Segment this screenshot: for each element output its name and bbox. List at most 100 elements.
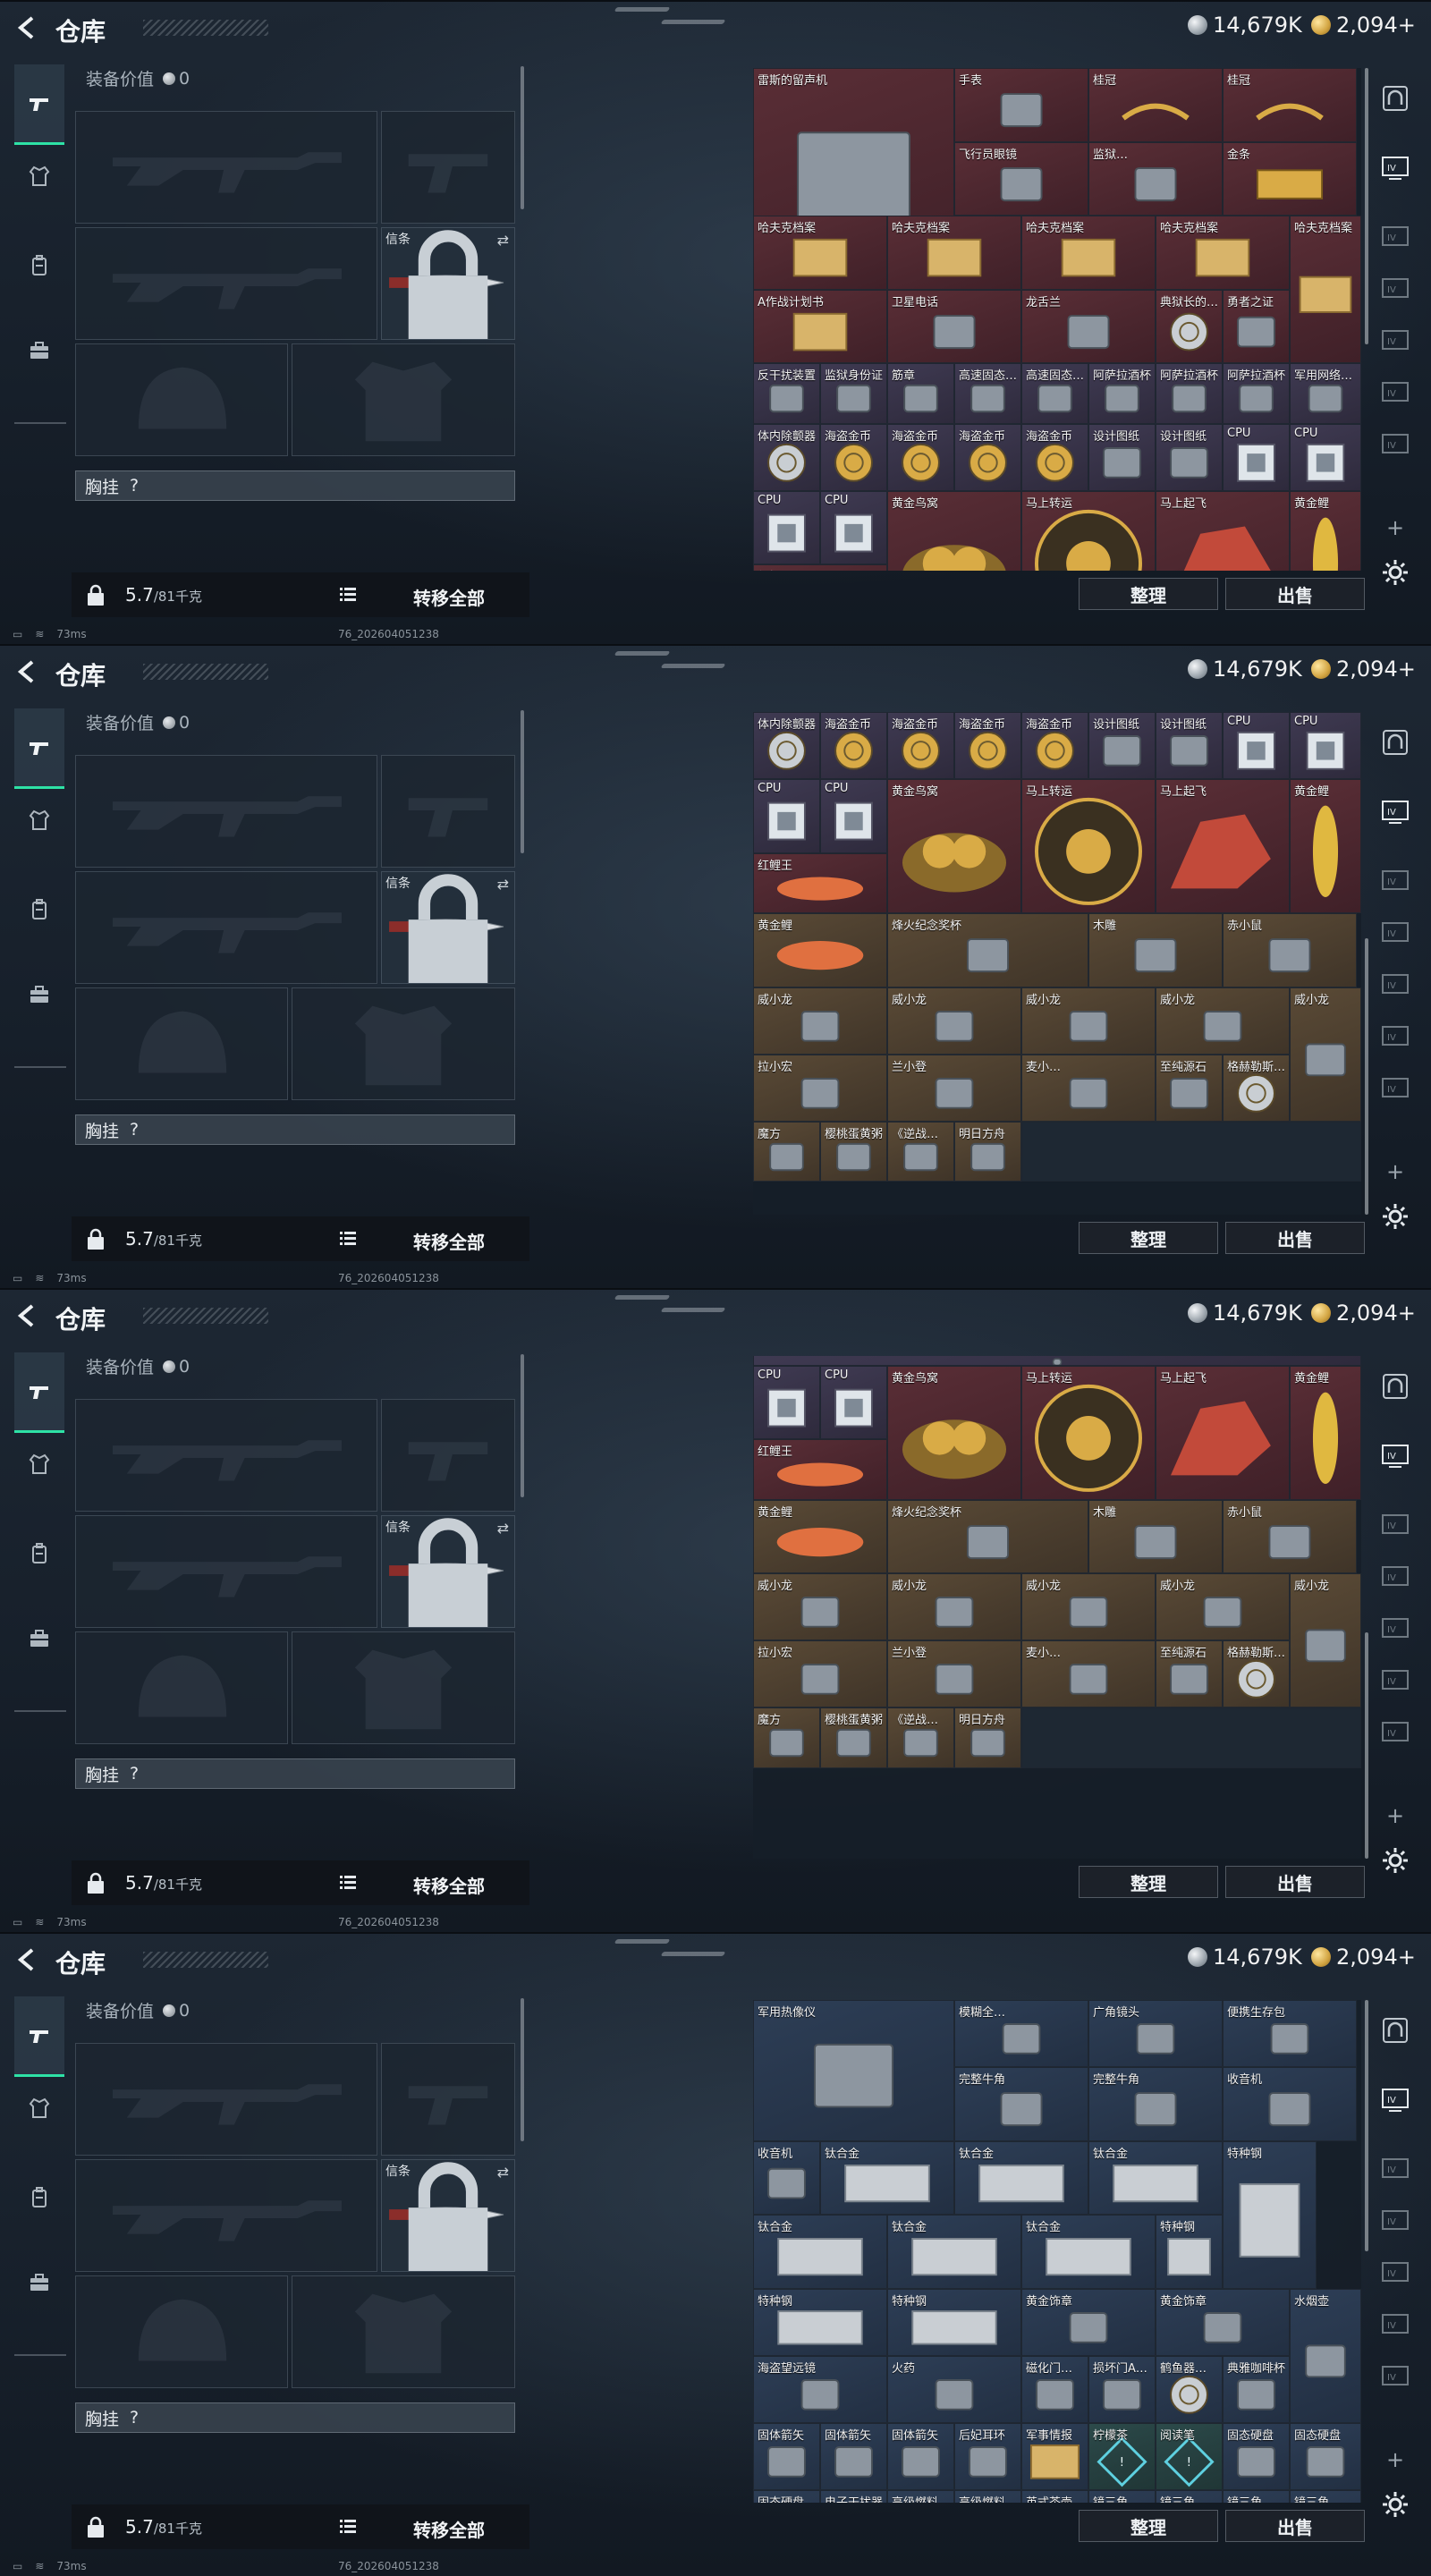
lock-icon[interactable]	[86, 584, 106, 606]
tab-armor[interactable]	[14, 2086, 64, 2131]
tab-backpack[interactable]	[14, 2175, 64, 2220]
stash-item[interactable]: 镜三角	[1156, 2489, 1223, 2503]
stash-item[interactable]: 电子干扰器	[820, 2489, 887, 2503]
stash-page-6[interactable]: IV	[1376, 1662, 1415, 1701]
sell-button[interactable]: 出售	[1225, 2510, 1365, 2542]
lock-icon[interactable]	[86, 1872, 106, 1894]
chest-rig-slot[interactable]: 胸挂 ?	[75, 1114, 515, 1145]
gold-currency[interactable]: 2,094+	[1311, 657, 1416, 682]
tab-case[interactable]	[14, 2260, 64, 2305]
stash-item[interactable]: 赤小鼠	[1223, 913, 1357, 987]
stash-item[interactable]: 烽火纪念奖杯	[887, 1499, 1088, 1573]
list-icon[interactable]	[340, 1231, 356, 1245]
tab-armor[interactable]	[14, 1442, 64, 1487]
stash-item[interactable]: 黄金饰章	[1156, 2288, 1290, 2356]
tab-weapons[interactable]	[14, 1996, 64, 2077]
stash-item[interactable]: 高速固态…	[954, 363, 1021, 424]
stash-item[interactable]: 典雅咖啡杯	[1223, 2355, 1290, 2423]
gear-icon[interactable]	[1381, 1846, 1410, 1875]
stash-item[interactable]: 兰小登	[887, 1054, 1021, 1122]
stash-item[interactable]: 马上转运	[1021, 779, 1156, 913]
stash-grid[interactable]: CPU CPU 黄金鸟窝 马上转运 马上起飞 黄金鲤 红鲤王 黄金鲤 烽火纪念奖杯 木雕 赤小鼠 威小…	[753, 1356, 1361, 1859]
stash-item[interactable]: 水烟壶	[1290, 2288, 1361, 2423]
stash-item[interactable]: 钛合金	[954, 2140, 1088, 2215]
stash-item[interactable]: 高级燃料	[887, 2489, 954, 2503]
stash-page-6[interactable]: IV	[1376, 1018, 1415, 1057]
stash-item[interactable]: 马上起飞	[1156, 490, 1290, 571]
tab-case[interactable]	[14, 972, 64, 1017]
stash-item[interactable]: 龙舌兰	[1021, 289, 1156, 363]
transfer-all-button[interactable]: 转移全部	[413, 584, 485, 610]
stash-item[interactable]: 麦小…	[1021, 1054, 1156, 1122]
stash-scrollbar[interactable]	[1365, 68, 1368, 345]
stash-item[interactable]: 黄金鲤	[1290, 779, 1361, 913]
stash-item[interactable]: 威小龙	[1021, 1573, 1156, 1640]
stash-item[interactable]: 赤小鼠	[1223, 1499, 1357, 1573]
stash-item[interactable]: 监狱身份证	[820, 363, 887, 424]
stash-item[interactable]: CPU	[1290, 712, 1361, 779]
stash-item[interactable]: 拉小宏	[753, 1640, 887, 1707]
stash-item[interactable]: 海盗金币	[1021, 423, 1088, 491]
secondary-weapon-slot[interactable]	[75, 871, 377, 984]
tab-case[interactable]	[14, 1616, 64, 1661]
stash-grid[interactable]: 军用热像仪 模糊全… 广角镜头 便携生存包 完整牛角 完整牛角 收音机 收音机 钛合金 钛合金 钛合…	[753, 2000, 1361, 2503]
stash-item[interactable]: 阿萨拉酒杯	[1223, 363, 1290, 424]
equipment-scrollbar[interactable]	[521, 710, 524, 853]
sort-button[interactable]: 整理	[1079, 1866, 1218, 1898]
back-button[interactable]	[13, 1301, 39, 1331]
stash-item[interactable]: 马上起飞	[1156, 1365, 1290, 1500]
stash-grid[interactable]: 雷斯的留声机 手表 桂冠 桂冠 飞行员眼镜 监狱… 金条 哈夫克档案 哈夫克档案 哈夫克档案 哈夫克…	[753, 68, 1361, 571]
stash-item[interactable]: 樱桃蛋黄粥	[820, 1707, 887, 1768]
stash-item[interactable]: 黄金鲤	[753, 913, 887, 987]
armor-slot[interactable]	[292, 2275, 515, 2388]
stash-item[interactable]: 威小龙	[753, 987, 887, 1055]
stash-grid[interactable]: 体内除颤器 海盗金币 海盗金币 海盗金币 海盗金币 设计图纸 设计图纸 CPU CPU CPU CP…	[753, 712, 1361, 1215]
stash-page-7[interactable]: IV	[1376, 426, 1415, 465]
stash-item[interactable]: 黄金鲤	[1290, 490, 1361, 571]
tab-case[interactable]	[14, 328, 64, 373]
stash-page-1[interactable]	[1376, 79, 1415, 118]
stash-item[interactable]: 哈夫克档案	[1290, 216, 1361, 363]
armor-slot[interactable]	[292, 343, 515, 456]
secondary-weapon-slot[interactable]	[75, 1515, 377, 1628]
stash-item[interactable]: 木雕	[1088, 913, 1223, 987]
tab-weapons[interactable]	[14, 64, 64, 145]
stash-item[interactable]: 军用网络…	[1290, 363, 1361, 424]
stash-item[interactable]: CPU	[820, 779, 887, 853]
helmet-slot[interactable]	[75, 343, 288, 456]
stash-item[interactable]: 红鲤王	[753, 1439, 887, 1500]
stash-page-7[interactable]: IV	[1376, 1070, 1415, 1109]
back-button[interactable]	[13, 657, 39, 687]
tab-armor[interactable]	[14, 798, 64, 843]
stash-item[interactable]: 监狱…	[1088, 141, 1223, 216]
gear-icon[interactable]	[1381, 2490, 1410, 2519]
helmet-slot[interactable]	[75, 2275, 288, 2388]
stash-item[interactable]: 海盗金币	[887, 712, 954, 779]
stash-item[interactable]: 黄金鲤	[1290, 1365, 1361, 1500]
stash-page-5[interactable]: IV	[1376, 966, 1415, 1005]
stash-item[interactable]: 设计图纸	[1088, 423, 1156, 491]
stash-item[interactable]: 收音机	[1223, 2067, 1357, 2141]
stash-item[interactable]: 固体箭矢	[887, 2422, 954, 2490]
lock-icon[interactable]	[86, 1228, 106, 1250]
tab-weapons[interactable]	[14, 708, 64, 789]
stash-page-1[interactable]	[1376, 723, 1415, 762]
stash-item[interactable]: 钛合金	[1088, 2140, 1223, 2215]
stash-item[interactable]: 便携生存包	[1223, 2000, 1357, 2067]
stash-item[interactable]: 桂冠	[1088, 68, 1223, 142]
silver-currency[interactable]: 14,679K	[1188, 1301, 1302, 1326]
add-stash-page-button[interactable]: +	[1386, 2447, 1404, 2472]
stash-item[interactable]: CPU	[1223, 423, 1290, 491]
stash-item[interactable]: CPU	[1223, 712, 1290, 779]
tab-armor[interactable]	[14, 154, 64, 199]
stash-item[interactable]: 固体箭矢	[753, 2422, 820, 2490]
equipment-scrollbar[interactable]	[521, 1354, 524, 1497]
stash-item[interactable]: 体内除颤器	[753, 712, 820, 779]
stash-page-1[interactable]	[1376, 1367, 1415, 1406]
stash-item[interactable]: 马上起飞	[1156, 779, 1290, 913]
stash-scrollbar[interactable]	[1365, 937, 1368, 1215]
stash-item[interactable]: 红鲤王	[753, 852, 887, 913]
stash-scrollbar[interactable]	[1365, 1632, 1368, 1859]
stash-page-2[interactable]: IV	[1376, 2080, 1415, 2120]
tab-backpack[interactable]	[14, 887, 64, 932]
